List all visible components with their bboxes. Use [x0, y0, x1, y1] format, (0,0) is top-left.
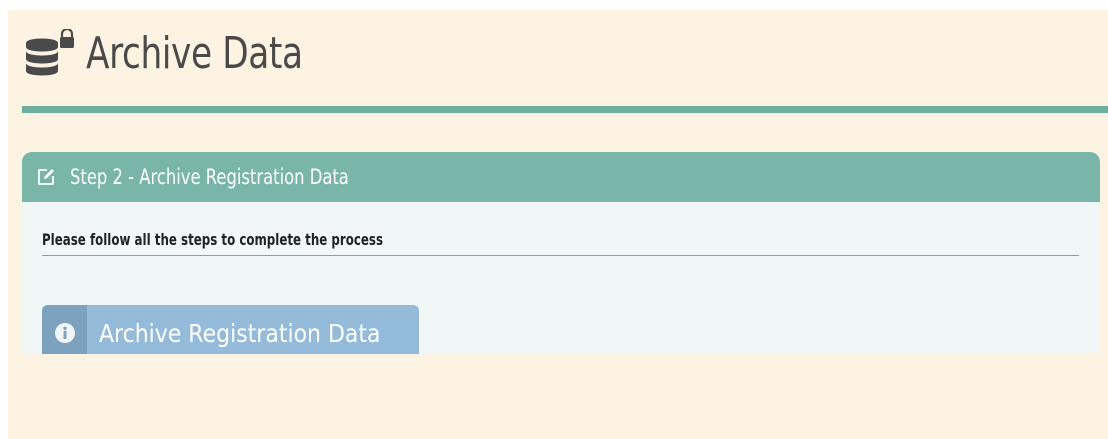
button-label: Archive Registration Data [99, 318, 381, 348]
title-divider [22, 106, 1108, 113]
instructions-divider [42, 255, 1079, 256]
button-icon-box [42, 305, 88, 354]
edit-icon [38, 169, 54, 185]
panel-body: Please follow all the steps to complete … [22, 230, 1100, 354]
page-header: Archive Data [24, 28, 364, 79]
archive-registration-data-button[interactable]: Archive Registration Data [42, 305, 419, 354]
locked-database-icon [26, 28, 74, 75]
step-panel: Step 2 - Archive Registration Data Pleas… [22, 152, 1100, 354]
instructions-text: Please follow all the steps to complete … [42, 230, 384, 249]
panel-title: Step 2 - Archive Registration Data [70, 165, 349, 189]
page-container: Archive Data Step 2 - Archive Registrati… [8, 10, 1108, 439]
page-title: Archive Data [86, 28, 303, 79]
info-circle-icon [54, 323, 75, 343]
panel-header: Step 2 - Archive Registration Data [22, 152, 1100, 202]
